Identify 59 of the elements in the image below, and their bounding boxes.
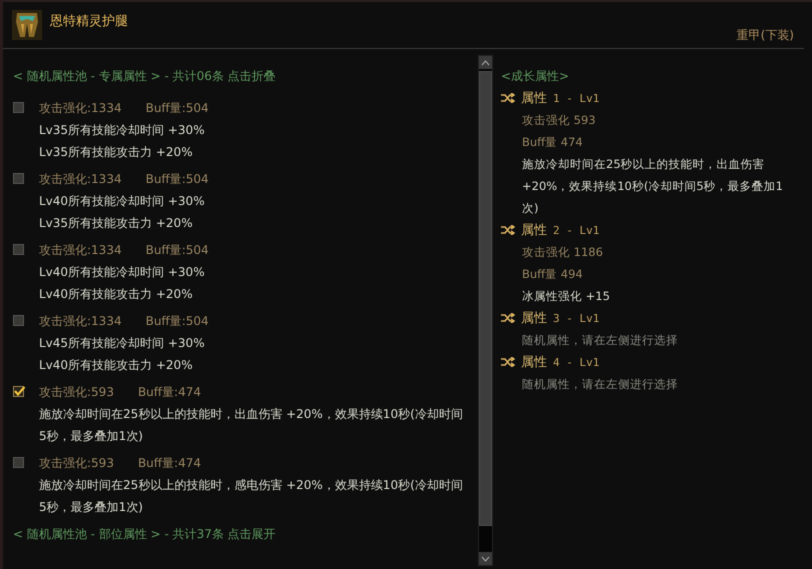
hint-text: 随机属性，请在左侧进行选择 xyxy=(521,332,679,349)
chevron-down-icon xyxy=(481,556,490,562)
buff-stat: Buff量:504 xyxy=(146,100,209,117)
stat-text: Buff量 474 xyxy=(521,134,584,151)
item-category: 重甲(下装) xyxy=(736,27,794,44)
attack-stat: 攻击强化:1334 xyxy=(39,313,122,330)
checkbox[interactable] xyxy=(13,173,24,184)
attack-stat: 攻击强化:1334 xyxy=(39,100,122,117)
attribute-level: 1 - Lv1 xyxy=(553,92,600,104)
checkbox[interactable] xyxy=(13,457,24,468)
attack-stat: 攻击强化:1334 xyxy=(39,242,122,259)
shuffle-icon[interactable] xyxy=(501,313,515,323)
attribute-name: 属性 xyxy=(521,310,547,327)
section-title: <成长属性> xyxy=(501,68,570,85)
buff-stat: Buff量:474 xyxy=(138,384,202,401)
shuffle-icon[interactable] xyxy=(501,93,515,103)
buff-stat: Buff量:504 xyxy=(146,242,209,259)
chevron-up-icon xyxy=(481,60,490,66)
buff-stat: Buff量:504 xyxy=(146,313,209,330)
attack-stat: 攻击强化:593 xyxy=(39,455,114,472)
item-title: 恩特精灵护腿 xyxy=(50,13,128,30)
attack-stat: 攻击强化:593 xyxy=(39,384,114,401)
attribute-level: 2 - Lv1 xyxy=(553,224,600,236)
scroll-up-button[interactable] xyxy=(479,56,492,69)
attribute-name: 属性 xyxy=(521,354,547,371)
effect-text: 施放冷却时间在25秒以上的技能时，感电伤害 +20%，效果持续10秒(冷却时间5秒，最多叠加1次) xyxy=(39,477,464,516)
effect-text: Lv40所有技能攻击力 +20% xyxy=(39,357,194,374)
effect-text: 施放冷却时间在25秒以上的技能时，出血伤害 +20%，效果持续10秒(冷却时间5秒，最多叠加1次) xyxy=(39,406,464,445)
pool-footer-link[interactable]: < 随机属性池 - 部位属性 > - 共计37条 点击展开 xyxy=(13,523,473,545)
attribute-name: 属性 xyxy=(521,90,547,107)
effect-text: Lv35所有技能攻击力 +20% xyxy=(39,144,194,161)
checkbox[interactable] xyxy=(13,386,24,397)
buff-stat: Buff量:474 xyxy=(138,455,202,472)
pool-header-link[interactable]: < 随机属性池 - 专属属性 > - 共计06条 点击折叠 xyxy=(13,65,473,87)
checkbox[interactable] xyxy=(13,315,24,326)
hint-text: 随机属性，请在左侧进行选择 xyxy=(521,376,679,393)
attribute-level: 3 - Lv1 xyxy=(553,312,600,324)
stat-text: 攻击强化 1186 xyxy=(521,244,604,261)
effect-text: Lv40所有技能冷却时间 +30% xyxy=(39,264,206,281)
scrollbar-thumb[interactable] xyxy=(479,71,492,526)
effect-text: 施放冷却时间在25秒以上的技能时，出血伤害 +20%，效果持续10秒(冷却时间5秒，最多叠加1次) xyxy=(521,156,784,217)
shuffle-icon[interactable] xyxy=(501,357,515,367)
stat-text: Buff量 494 xyxy=(521,266,584,283)
attribute-name: 属性 xyxy=(521,222,547,239)
effect-text: Lv45所有技能冷却时间 +30% xyxy=(39,335,206,352)
leg-armor-icon xyxy=(12,10,42,40)
buff-stat: Buff量:504 xyxy=(146,171,209,188)
effect-text: 冰属性强化 +15 xyxy=(521,288,611,305)
checkbox[interactable] xyxy=(13,102,24,113)
checkbox[interactable] xyxy=(13,244,24,255)
effect-text: Lv35所有技能冷却时间 +30% xyxy=(39,122,206,139)
attribute-level: 4 - Lv1 xyxy=(553,356,600,368)
shuffle-icon[interactable] xyxy=(501,225,515,235)
effect-text: Lv40所有技能攻击力 +20% xyxy=(39,286,194,303)
effect-text: Lv40所有技能冷却时间 +30% xyxy=(39,193,206,210)
attack-stat: 攻击强化:1334 xyxy=(39,171,122,188)
stat-text: 攻击强化 593 xyxy=(521,112,597,129)
effect-text: Lv35所有技能攻击力 +20% xyxy=(39,215,194,232)
scroll-down-button[interactable] xyxy=(479,552,492,565)
